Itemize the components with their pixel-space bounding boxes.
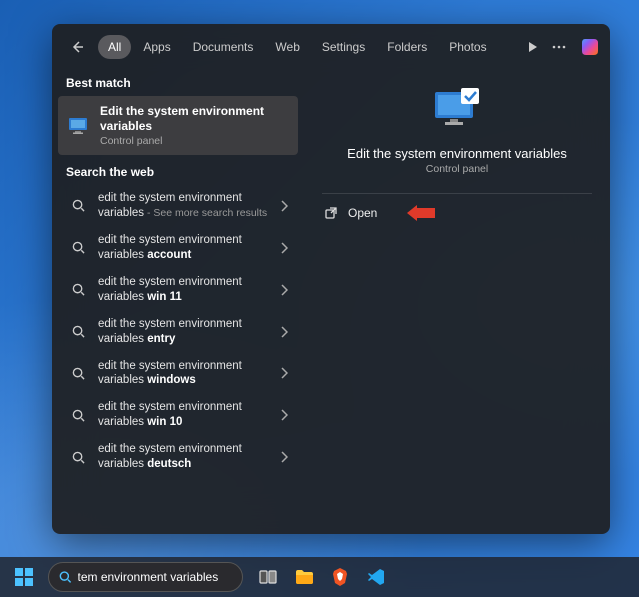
tab-all[interactable]: All <box>98 35 131 59</box>
back-button[interactable] <box>62 32 92 62</box>
search-icon <box>59 570 72 584</box>
web-result-text: edit the system environment variables wi… <box>98 275 270 305</box>
ellipsis-icon <box>552 45 566 49</box>
web-result[interactable]: edit the system environment variables wi… <box>58 269 298 311</box>
preview-subtitle: Control panel <box>322 163 592 175</box>
folder-icon <box>295 569 313 585</box>
preview-monitor-icon <box>429 88 485 132</box>
best-match-subtitle: Control panel <box>100 135 288 147</box>
preview-title: Edit the system environment variables <box>322 146 592 161</box>
more-button[interactable] <box>552 45 566 49</box>
vscode-button[interactable] <box>359 561 393 593</box>
explorer-button[interactable] <box>287 561 321 593</box>
search-icon <box>72 283 85 296</box>
best-match-label: Best match <box>52 66 304 96</box>
web-result[interactable]: edit the system environment variables ac… <box>58 227 298 269</box>
search-icon <box>72 367 85 380</box>
copilot-icon <box>580 37 600 57</box>
tab-photos[interactable]: Photos <box>439 35 496 59</box>
results-column: Best match Edit the system environment v… <box>52 66 304 534</box>
chevron-right-icon <box>280 451 288 463</box>
tab-web[interactable]: Web <box>265 35 309 59</box>
tab-documents[interactable]: Documents <box>183 35 264 59</box>
play-button[interactable] <box>528 41 538 53</box>
taskview-button[interactable] <box>251 561 285 593</box>
taskbar-search-input[interactable] <box>78 570 233 584</box>
web-result-text: edit the system environment variables wi… <box>98 400 270 430</box>
tab-apps[interactable]: Apps <box>133 35 180 59</box>
tab-settings[interactable]: Settings <box>312 35 375 59</box>
open-action[interactable]: Open <box>322 200 592 226</box>
taskbar-search[interactable] <box>48 562 243 592</box>
web-result[interactable]: edit the system environment variables wi… <box>58 394 298 436</box>
taskbar <box>0 557 639 597</box>
arrow-left-icon <box>69 39 85 55</box>
search-icon <box>72 451 85 464</box>
brave-icon <box>332 568 348 586</box>
chevron-right-icon <box>280 200 288 212</box>
start-button[interactable] <box>6 561 42 593</box>
chevron-right-icon <box>280 326 288 338</box>
best-match-result[interactable]: Edit the system environment variables Co… <box>58 96 298 155</box>
web-result[interactable]: edit the system environment variables en… <box>58 311 298 353</box>
search-panel: All Apps Documents Web Settings Folders … <box>52 24 610 534</box>
search-icon <box>72 199 85 212</box>
web-result[interactable]: edit the system environment variables de… <box>58 436 298 478</box>
taskview-icon <box>259 570 277 584</box>
search-icon <box>72 409 85 422</box>
windows-logo-icon <box>15 568 33 586</box>
open-icon <box>324 206 338 220</box>
web-result[interactable]: edit the system environment variables - … <box>58 185 298 227</box>
web-result-text: edit the system environment variables wi… <box>98 359 270 389</box>
play-icon <box>528 41 538 53</box>
brave-button[interactable] <box>323 561 357 593</box>
chevron-right-icon <box>280 409 288 421</box>
search-icon <box>72 325 85 338</box>
red-arrow-annotation <box>407 205 435 221</box>
open-label: Open <box>348 206 377 220</box>
chevron-right-icon <box>280 367 288 379</box>
preview-column: Edit the system environment variables Co… <box>304 66 610 534</box>
tab-folders[interactable]: Folders <box>377 35 437 59</box>
web-result[interactable]: edit the system environment variables wi… <box>58 353 298 395</box>
chevron-right-icon <box>280 284 288 296</box>
vscode-icon <box>368 569 384 585</box>
search-web-label: Search the web <box>52 155 304 185</box>
copilot-button[interactable] <box>580 37 600 57</box>
web-result-text: edit the system environment variables en… <box>98 317 270 347</box>
monitor-icon <box>68 116 90 136</box>
divider <box>322 193 592 194</box>
chevron-right-icon <box>280 242 288 254</box>
web-result-text: edit the system environment variables de… <box>98 442 270 472</box>
web-result-text: edit the system environment variables ac… <box>98 233 270 263</box>
search-icon <box>72 241 85 254</box>
filter-tabs: All Apps Documents Web Settings Folders … <box>98 35 497 59</box>
web-result-text: edit the system environment variables - … <box>98 191 270 221</box>
search-topbar: All Apps Documents Web Settings Folders … <box>52 24 610 66</box>
best-match-title: Edit the system environment variables <box>100 104 288 134</box>
